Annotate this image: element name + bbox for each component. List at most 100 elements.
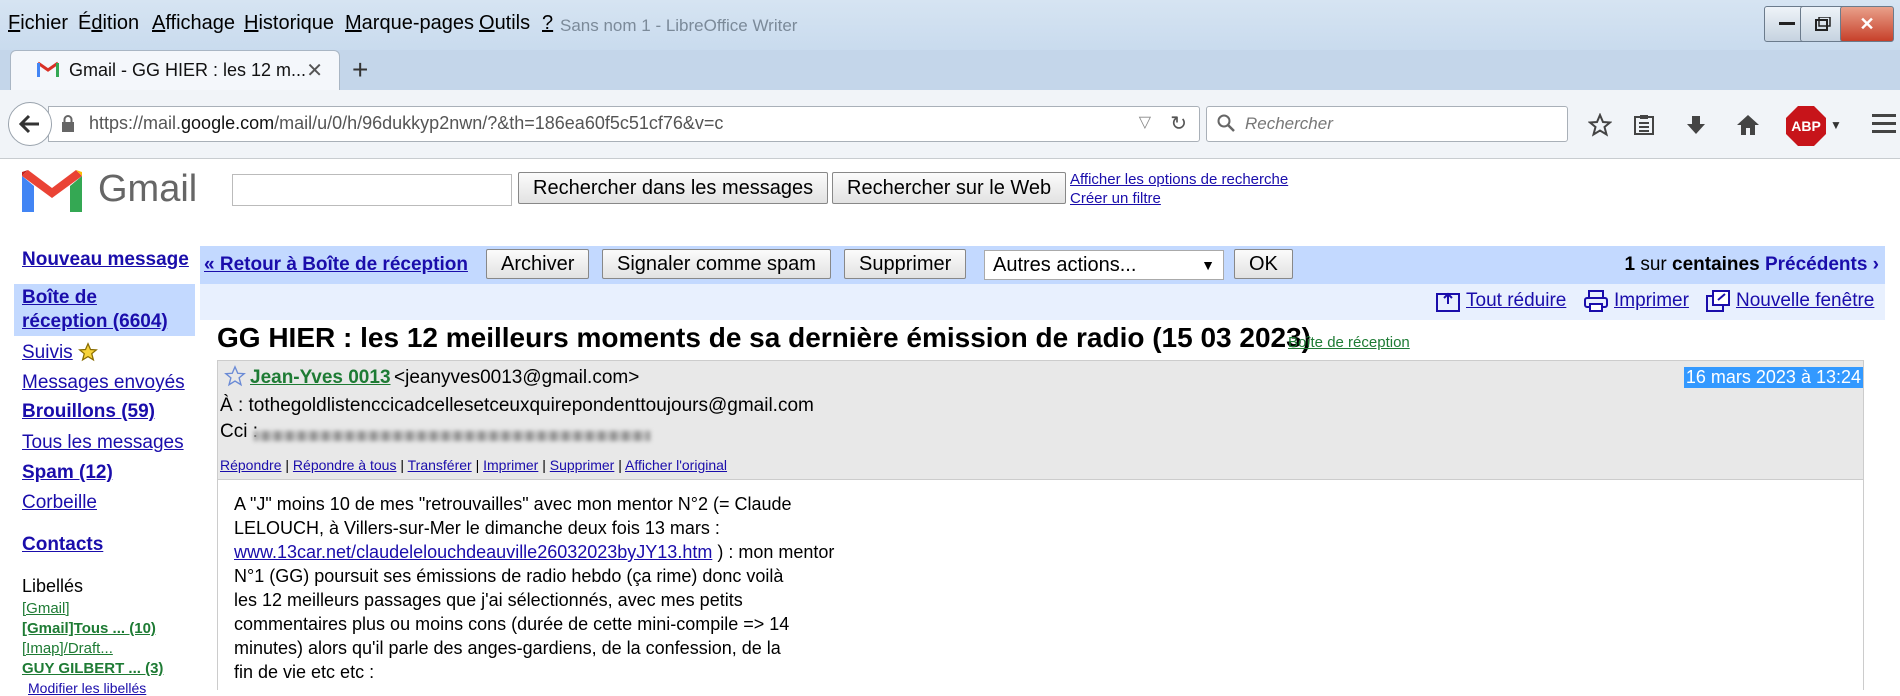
- adblock-plus-icon[interactable]: ABP: [1786, 106, 1826, 146]
- body-line: A "J" moins 10 de mes "retrouvailles" av…: [234, 494, 792, 514]
- body-line: commentaires plus ou moins cons (durée d…: [234, 614, 790, 634]
- menu-edition[interactable]: Édition: [78, 12, 139, 35]
- back-to-inbox-link[interactable]: « Retour à Boîte de réception: [204, 254, 468, 276]
- message-header: Jean-Yves 0013 <jeanyves0013@gmail.com> …: [217, 360, 1864, 480]
- menu-help[interactable]: ?: [542, 12, 553, 35]
- message-date: 16 mars 2023 à 13:24: [1683, 367, 1863, 388]
- menu-fichier[interactable]: Fichier: [8, 12, 68, 35]
- access-key: M: [345, 12, 362, 34]
- new-window-link[interactable]: Nouvelle fenêtre: [1736, 290, 1874, 312]
- label-gmail[interactable]: [Gmail]: [22, 600, 70, 617]
- restore-icon: [1815, 17, 1831, 31]
- search-icon: [1217, 114, 1235, 132]
- delete-message-link[interactable]: Supprimer: [550, 457, 615, 473]
- message-actions: Répondre | Répondre à tous | Transférer …: [220, 457, 728, 473]
- menu-outils[interactable]: Outils: [479, 12, 530, 35]
- new-window-icon: [1706, 290, 1730, 312]
- tab-gmail[interactable]: Gmail - GG HIER : les 12 m... ✕: [10, 50, 340, 91]
- sidebar-item-trash[interactable]: Corbeille: [22, 492, 97, 514]
- gmail-search-input[interactable]: [232, 174, 512, 206]
- compose-link[interactable]: Nouveau message: [22, 249, 189, 271]
- menu-affichage[interactable]: Affichage: [152, 12, 235, 35]
- sidebar-item-inbox[interactable]: Boîte de: [22, 287, 97, 309]
- sidebar-item-drafts[interactable]: Brouillons (59): [22, 401, 155, 423]
- action-bar: « Retour à Boîte de réception Archiver S…: [200, 246, 1885, 284]
- body-line: les 12 meilleurs passages que j'ai sélec…: [234, 590, 743, 610]
- search-web-button[interactable]: Rechercher sur le Web: [832, 172, 1067, 204]
- url-dropdown-icon[interactable]: ▽: [1139, 112, 1151, 132]
- create-filter-link[interactable]: Créer un filtre: [1070, 190, 1161, 207]
- sidebar-item-contacts[interactable]: Contacts: [22, 534, 103, 556]
- sidebar-item-all-mail[interactable]: Tous les messages: [22, 432, 184, 454]
- hamburger-menu-icon[interactable]: [1872, 114, 1896, 138]
- message-tools-bar: Tout réduire Imprimer Nouvelle fenêtre: [200, 284, 1885, 320]
- gmail-logo-icon: [22, 170, 82, 212]
- bookmarks-menu-icon[interactable]: [1630, 112, 1658, 138]
- menu-marque-pages[interactable]: Marque-pages: [345, 12, 474, 35]
- navigation-bar: https://mail.google.com/mail/u/0/h/96duk…: [0, 90, 1900, 159]
- body-line: fin de vie etc etc :: [234, 662, 375, 682]
- tab-close-icon[interactable]: ✕: [306, 58, 323, 83]
- access-key: O: [479, 12, 495, 34]
- label-imap-draft[interactable]: [Imap]/Draft...: [22, 640, 113, 657]
- show-original-link[interactable]: Afficher l'original: [625, 457, 727, 473]
- browser-search-bar[interactable]: Rechercher: [1206, 106, 1568, 142]
- message-label-inbox[interactable]: Boîte de réception: [1288, 334, 1410, 351]
- label-guy-gilbert[interactable]: GUY GILBERT ... (3): [22, 660, 163, 677]
- archive-button[interactable]: Archiver: [486, 249, 590, 279]
- reload-icon[interactable]: ↻: [1170, 111, 1187, 136]
- chevron-down-icon: ▼: [1201, 257, 1215, 273]
- downloads-icon[interactable]: [1682, 112, 1710, 138]
- ok-button[interactable]: OK: [1234, 249, 1293, 279]
- collapse-all-link[interactable]: Tout réduire: [1466, 290, 1566, 312]
- search-options-link[interactable]: Afficher les options de recherche: [1070, 171, 1288, 188]
- sender-email: <jeanyves0013@gmail.com>: [394, 367, 640, 388]
- back-button[interactable]: [8, 102, 52, 146]
- lock-icon: [62, 115, 74, 132]
- access-key: ?: [542, 12, 554, 34]
- body-link[interactable]: www.13car.net/claudelelouchdeauville2603…: [234, 542, 712, 562]
- label-gmail-all[interactable]: [Gmail]Tous ... (10): [22, 620, 156, 637]
- star-icon[interactable]: [224, 365, 246, 387]
- new-tab-button[interactable]: +: [352, 54, 368, 86]
- close-icon: ✕: [1859, 13, 1875, 34]
- reply-link[interactable]: Répondre: [220, 457, 282, 473]
- more-actions-select[interactable]: Autres actions... ▼: [984, 250, 1224, 280]
- tab-strip: Gmail - GG HIER : les 12 m... ✕ +: [0, 50, 1900, 91]
- menu-historique[interactable]: Historique: [244, 12, 334, 35]
- previous-link[interactable]: Précédents ›: [1765, 254, 1879, 275]
- search-mail-button[interactable]: Rechercher dans les messages: [518, 172, 829, 204]
- home-icon[interactable]: [1734, 112, 1762, 138]
- url-text: https://mail.google.com/mail/u/0/h/96duk…: [89, 113, 724, 133]
- forward-link[interactable]: Transférer: [408, 457, 472, 473]
- print-message-link[interactable]: Imprimer: [483, 457, 538, 473]
- access-key: F: [8, 12, 21, 34]
- sender-name[interactable]: Jean-Yves 0013: [250, 367, 391, 389]
- collapse-all-icon: [1436, 292, 1460, 312]
- report-spam-button[interactable]: Signaler comme spam: [602, 249, 831, 279]
- bookmark-star-icon[interactable]: [1586, 112, 1614, 138]
- sidebar-item-sent[interactable]: Messages envoyés: [22, 372, 185, 394]
- sidebar-item-inbox-count[interactable]: réception (6604): [22, 311, 168, 333]
- url-bar[interactable]: https://mail.google.com/mail/u/0/h/96duk…: [48, 106, 1200, 142]
- access-key: A: [152, 12, 166, 34]
- reply-all-link[interactable]: Répondre à tous: [293, 457, 397, 473]
- back-arrow-icon: [19, 114, 39, 134]
- menu-bar: Fichier Édition Affichage Historique Mar…: [0, 0, 1900, 50]
- search-placeholder: Rechercher: [1245, 114, 1333, 133]
- chevron-down-icon[interactable]: ▼: [1830, 118, 1842, 132]
- sidebar-item-spam[interactable]: Spam (12): [22, 462, 113, 484]
- body-line: minutes) alors qu'il parle des anges-gar…: [234, 638, 781, 658]
- body-line: www.13car.net/claudelelouchdeauville2603…: [234, 542, 835, 562]
- print-link[interactable]: Imprimer: [1614, 290, 1689, 312]
- minimize-icon: [1779, 22, 1795, 25]
- labels-heading: Libellés: [22, 576, 84, 596]
- access-key: d: [91, 12, 103, 34]
- tab-title: Gmail - GG HIER : les 12 m...: [69, 60, 307, 80]
- close-window-button[interactable]: ✕: [1840, 6, 1894, 42]
- edit-labels-link[interactable]: Modifier les libellés: [28, 680, 146, 696]
- sidebar-item-starred[interactable]: Suivis: [22, 342, 73, 364]
- gmail-wordmark: Gmail: [98, 168, 198, 210]
- message-body: A "J" moins 10 de mes "retrouvailles" av…: [234, 492, 934, 684]
- delete-button[interactable]: Supprimer: [844, 249, 967, 279]
